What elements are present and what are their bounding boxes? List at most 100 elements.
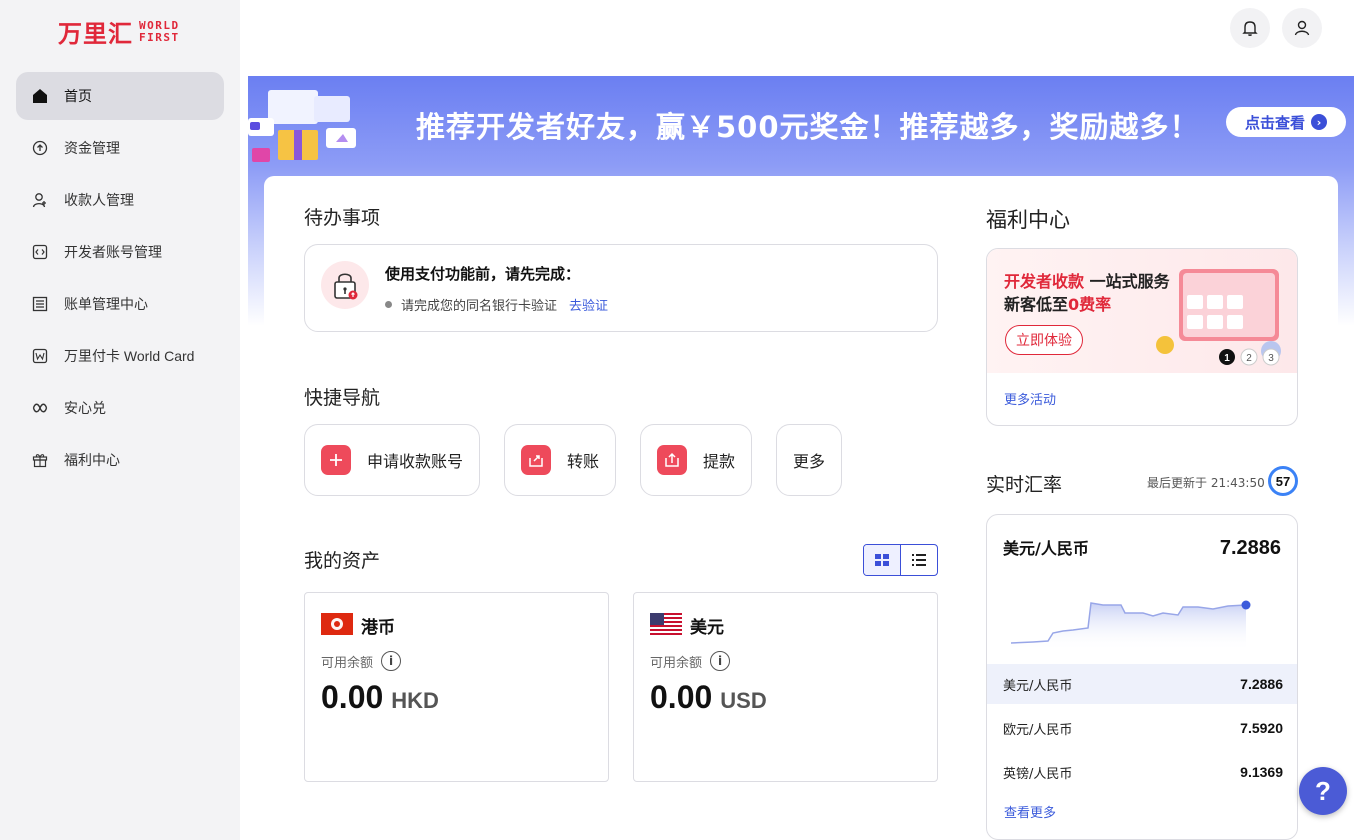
banner-title: 推荐开发者好友，赢￥500元奖金！推荐越多，奖励越多！ [416, 110, 1200, 144]
available-balance: 可用余额 i [650, 651, 731, 671]
developer-icon [32, 244, 48, 260]
rate-trend-area [1011, 603, 1246, 651]
quick-nav-label: 转账 [567, 452, 600, 471]
try-now-button[interactable]: 立即体验 [1005, 325, 1083, 355]
withdraw-button[interactable]: 提款 [640, 424, 752, 496]
balance-value: 0.00 [650, 679, 713, 715]
available-label: 可用余额 [650, 655, 703, 671]
bell-icon [1242, 21, 1258, 36]
available-balance: 可用余额 i [321, 651, 402, 671]
balance-value: 0.00 [321, 679, 384, 715]
currency-code: USD [720, 688, 767, 713]
banner-view-button[interactable]: 点击查看 › [1226, 107, 1346, 137]
transfer-button[interactable]: 转账 [504, 424, 616, 496]
asset-card-hkd[interactable]: 港币 可用余额 i 0.00 HKD [304, 592, 609, 782]
view-toggle [863, 544, 938, 576]
rate-row[interactable]: 欧元/人民币 7.5920 [987, 708, 1297, 748]
sidebar-item-world-card[interactable]: 万里付卡 World Card [16, 332, 224, 380]
hk-flag-icon [321, 613, 353, 635]
list-view-button[interactable] [901, 545, 937, 575]
gift-icon [32, 452, 48, 468]
chevron-right-icon: › [1311, 114, 1327, 130]
user-button[interactable] [1282, 8, 1322, 48]
withdraw-icon [657, 445, 687, 475]
sidebar-item-label: 万里付卡 World Card [64, 348, 195, 364]
rate-value: 9.1369 [1240, 764, 1283, 780]
currency-name: 港币 [361, 618, 395, 638]
sidebar-item-developer[interactable]: 开发者账号管理 [16, 228, 224, 276]
promo-rate: 0费率 [1068, 295, 1112, 314]
grid-view-button[interactable] [864, 545, 901, 575]
info-icon[interactable]: i [710, 651, 731, 671]
more-button[interactable]: 更多 [776, 424, 842, 496]
sidebar: 万里汇 WORLD FIRST 首页 资金管理 收款人管理 开发者账号管理 账单… [0, 0, 240, 840]
verify-link[interactable]: 去验证 [569, 295, 608, 314]
rate-trend-chart [1010, 600, 1251, 651]
selected-pair: 美元/人民币 [1003, 539, 1089, 558]
promo-subline: 新客低至0费率 [1004, 291, 1111, 315]
asset-card-usd[interactable]: 美元 可用余额 i 0.00 USD [633, 592, 938, 782]
balance-amount: 0.00 HKD [321, 679, 439, 716]
promo-step-3: 3 [1268, 353, 1274, 364]
sidebar-item-label: 资金管理 [64, 140, 120, 156]
exchange-icon [32, 400, 48, 416]
rates-updated-time: 最后更新于 21:43:50 [1147, 476, 1265, 490]
rate-latest-point [1241, 600, 1251, 610]
sidebar-item-bill[interactable]: 账单管理中心 [16, 280, 224, 328]
card-icon [32, 348, 48, 364]
scrollbar[interactable] [1356, 0, 1363, 840]
selected-rate: 7.2886 [1219, 537, 1281, 559]
banner-illustration [248, 90, 356, 162]
currency-code: HKD [391, 688, 439, 713]
sidebar-item-home[interactable]: 首页 [16, 72, 224, 120]
help-button[interactable]: ? [1299, 767, 1347, 815]
quick-nav-title: 快捷导航 [304, 387, 381, 409]
more-activities-link[interactable]: 更多活动 [1004, 389, 1056, 408]
sidebar-item-label: 收款人管理 [64, 192, 134, 208]
promo-highlight: 开发者收款 [1004, 272, 1085, 291]
todo-title: 使用支付功能前，请先完成： [385, 265, 581, 283]
bill-icon [32, 296, 48, 312]
home-icon [32, 88, 48, 104]
list-icon [912, 554, 926, 566]
brand-logo[interactable]: 万里汇 WORLD FIRST [58, 14, 180, 49]
lock-icon [321, 261, 369, 309]
rate-pair: 欧元/人民币 [1003, 722, 1073, 738]
sidebar-item-exchange[interactable]: 安心兑 [16, 384, 224, 432]
rate-pair: 英镑/人民币 [1003, 766, 1073, 782]
promo-headline-rest: 一站式服务 [1084, 272, 1170, 291]
transfer-icon [521, 445, 551, 475]
sidebar-item-label: 账单管理中心 [64, 296, 148, 312]
rate-pair: 美元/人民币 [1003, 678, 1073, 694]
quick-nav-label: 更多 [793, 452, 826, 471]
brand-name-en-line2: FIRST [139, 30, 180, 44]
rate-row[interactable]: 英镑/人民币 9.1369 [987, 752, 1297, 792]
brand-name-cn: 万里汇 [58, 20, 133, 48]
view-more-rates-link[interactable]: 查看更多 [1004, 802, 1056, 821]
sidebar-item-label: 福利中心 [64, 452, 120, 468]
fund-icon [32, 140, 48, 156]
assets-section-title: 我的资产 [304, 550, 381, 572]
todo-item: 请完成您的同名银行卡验证 去验证 [385, 295, 608, 314]
sidebar-item-welfare[interactable]: 福利中心 [16, 436, 224, 484]
promo-subline-prefix: 新客低至 [1004, 295, 1069, 314]
sidebar-item-payee[interactable]: 收款人管理 [16, 176, 224, 224]
notification-button[interactable] [1230, 8, 1270, 48]
welfare-promo-card[interactable]: 1 2 3 开发者收款 一站式服务 新客低至0费率 立即体验 更多活动 [986, 248, 1298, 426]
quick-nav-label: 提款 [703, 452, 736, 471]
exchange-rate-card: 美元/人民币 7.2886 美元/人民币 7.2886 欧元/人民币 7.592… [986, 514, 1298, 840]
payee-icon [32, 192, 48, 208]
todo-card: 使用支付功能前，请先完成： 请完成您的同名银行卡验证 去验证 [304, 244, 938, 332]
sidebar-item-fund[interactable]: 资金管理 [16, 124, 224, 172]
apply-account-button[interactable]: 申请收款账号 [304, 424, 480, 496]
rate-row[interactable]: 美元/人民币 7.2886 [987, 664, 1297, 704]
quick-nav-label: 申请收款账号 [367, 452, 464, 471]
sidebar-item-label: 开发者账号管理 [64, 244, 162, 260]
currency-name: 美元 [690, 618, 724, 638]
welfare-section-title: 福利中心 [986, 208, 1070, 232]
grid-icon [875, 554, 889, 566]
todo-section-title: 待办事项 [304, 207, 381, 229]
info-icon[interactable]: i [381, 651, 402, 671]
sidebar-item-label: 首页 [64, 88, 92, 104]
balance-amount: 0.00 USD [650, 679, 767, 716]
